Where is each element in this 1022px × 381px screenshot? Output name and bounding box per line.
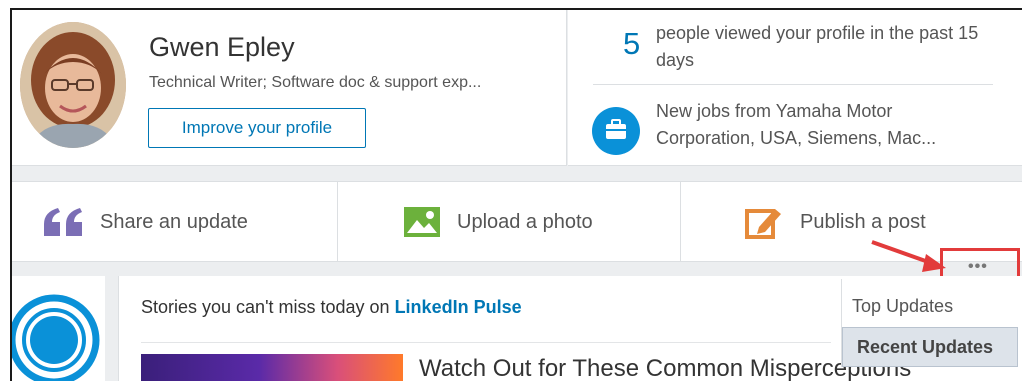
- publish-post-label: Publish a post: [800, 210, 926, 233]
- profile-views-count[interactable]: 5: [623, 26, 640, 62]
- pulse-heading: Stories you can't miss today on LinkedIn…: [141, 297, 522, 318]
- article-thumbnail[interactable]: [141, 354, 403, 381]
- upload-photo-button[interactable]: Upload a photo: [404, 182, 593, 262]
- pulse-logo-icon[interactable]: [12, 276, 105, 381]
- share-update-button[interactable]: Share an update: [42, 182, 248, 262]
- page-region: Gwen Epley Technical Writer; Software do…: [10, 8, 1022, 381]
- sort-recent-updates[interactable]: Recent Updates: [842, 327, 1018, 367]
- quote-icon: [44, 208, 82, 236]
- arrow-annotation: [871, 240, 946, 272]
- photo-icon: [404, 207, 440, 237]
- stats-divider: [593, 84, 993, 85]
- avatar-photo: [20, 22, 126, 148]
- pencil-icon: [745, 209, 781, 239]
- left-column: [12, 276, 105, 381]
- feed-card: Stories you can't miss today on LinkedIn…: [118, 276, 1022, 381]
- share-update-label: Share an update: [100, 210, 248, 233]
- article-title[interactable]: Watch Out for These Common Misperception…: [419, 355, 911, 381]
- stats-card: 5 people viewed your profile in the past…: [568, 10, 1022, 166]
- briefcase-glyph: [606, 119, 626, 139]
- pulse-prefix: Stories you can't miss today on: [141, 297, 395, 317]
- feed-divider: [141, 342, 831, 343]
- improve-profile-button[interactable]: Improve your profile: [148, 108, 366, 148]
- sort-menu: Top Updates Recent Updates: [841, 279, 1021, 367]
- profile-name[interactable]: Gwen Epley: [149, 32, 295, 63]
- sort-top-updates[interactable]: Top Updates: [852, 296, 953, 317]
- profile-card: Gwen Epley Technical Writer; Software do…: [12, 10, 567, 166]
- avatar[interactable]: [20, 22, 126, 148]
- briefcase-icon[interactable]: [592, 107, 640, 155]
- screenshot-frame: Gwen Epley Technical Writer; Software do…: [0, 0, 1022, 381]
- share-divider: [680, 182, 681, 262]
- linkedin-pulse-link[interactable]: LinkedIn Pulse: [395, 297, 522, 317]
- upload-photo-label: Upload a photo: [457, 210, 593, 233]
- profile-views-text[interactable]: people viewed your profile in the past 1…: [656, 20, 996, 74]
- share-divider: [337, 182, 338, 262]
- profile-headline: Technical Writer; Software doc & support…: [149, 74, 482, 91]
- new-jobs-text[interactable]: New jobs from Yamaha Motor Corporation, …: [656, 98, 996, 152]
